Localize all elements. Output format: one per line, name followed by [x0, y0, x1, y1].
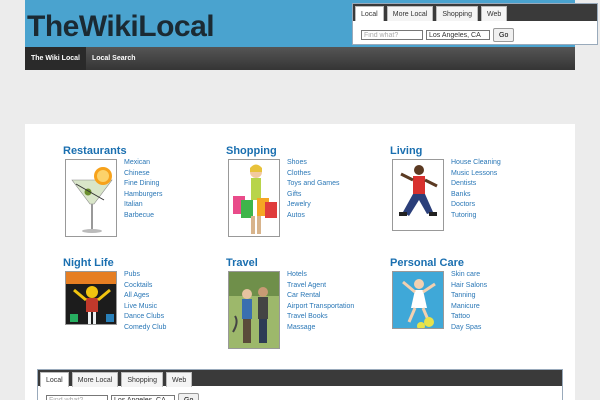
category-title[interactable]: Living: [390, 145, 422, 157]
category-link[interactable]: Dentists: [451, 179, 501, 190]
category-links: Shoes Clothes Toys and Games Gifts Jewel…: [287, 158, 340, 221]
category-links: Skin care Hair Salons Tanning Manicure T…: [451, 270, 487, 333]
find-what-input[interactable]: [361, 30, 423, 40]
main-content: Restaurants Mexican Chinese Fine Dining …: [25, 124, 575, 400]
cocktail-image[interactable]: [65, 159, 117, 237]
category-link[interactable]: Comedy Club: [124, 323, 166, 334]
category-link[interactable]: Day Spas: [451, 323, 487, 334]
category-link[interactable]: Banks: [451, 190, 501, 201]
location-input[interactable]: [426, 30, 490, 40]
category-title[interactable]: Restaurants: [63, 145, 127, 157]
category-link[interactable]: Jewelry: [287, 200, 340, 211]
category-link[interactable]: Autos: [287, 211, 340, 222]
tab-web[interactable]: Web: [165, 372, 193, 387]
category-link[interactable]: Live Music: [124, 302, 166, 313]
category-link[interactable]: Clothes: [287, 169, 340, 180]
go-button[interactable]: Go: [493, 28, 515, 42]
category-link[interactable]: Dance Clubs: [124, 312, 166, 323]
category-links: House Cleaning Music Lessons Dentists Ba…: [451, 158, 501, 221]
category-links: Hotels Travel Agent Car Rental Airport T…: [287, 270, 354, 333]
category-link[interactable]: Hamburgers: [124, 190, 163, 201]
category-title[interactable]: Night Life: [63, 257, 114, 269]
shopping-image[interactable]: [228, 159, 280, 237]
tab-more-local[interactable]: More Local: [71, 372, 119, 387]
category-link[interactable]: Massage: [287, 323, 354, 334]
personal-care-image[interactable]: [392, 271, 444, 329]
search-form: Go: [361, 28, 515, 42]
site-logo[interactable]: TheWikiLocal: [27, 10, 215, 44]
category-link[interactable]: Manicure: [451, 302, 487, 313]
dancer-image[interactable]: [392, 159, 444, 231]
tab-web[interactable]: Web: [480, 6, 508, 21]
category-link[interactable]: Shoes: [287, 158, 340, 169]
nav-local-search[interactable]: Local Search: [86, 47, 142, 70]
category-link[interactable]: Chinese: [124, 169, 163, 180]
category-link[interactable]: All Ages: [124, 291, 166, 302]
category-link[interactable]: Tattoo: [451, 312, 487, 323]
category-link[interactable]: Fine Dining: [124, 179, 163, 190]
category-title[interactable]: Personal Care: [390, 257, 464, 269]
category-link[interactable]: Italian: [124, 200, 163, 211]
main-nav: The Wiki Local Local Search: [25, 47, 575, 70]
category-link[interactable]: Gifts: [287, 190, 340, 201]
category-title[interactable]: Shopping: [226, 145, 277, 157]
nav-the-wiki-local[interactable]: The Wiki Local: [25, 47, 86, 70]
search-form: Go: [46, 393, 200, 400]
find-what-input[interactable]: [46, 395, 108, 400]
go-button[interactable]: Go: [178, 393, 200, 400]
tab-shopping[interactable]: Shopping: [121, 372, 163, 387]
location-input[interactable]: [111, 395, 175, 400]
category-link[interactable]: Barbecue: [124, 211, 163, 222]
site-header: TheWikiLocal Local More Local Shopping W…: [25, 0, 598, 47]
category-link[interactable]: Pubs: [124, 270, 166, 281]
category-link[interactable]: Travel Agent: [287, 281, 354, 292]
tab-more-local[interactable]: More Local: [386, 6, 434, 21]
category-link[interactable]: Airport Transportation: [287, 302, 354, 313]
category-link[interactable]: Skin care: [451, 270, 487, 281]
category-links: Pubs Cocktails All Ages Live Music Dance…: [124, 270, 166, 333]
category-title[interactable]: Travel: [226, 257, 258, 269]
category-link[interactable]: House Cleaning: [451, 158, 501, 169]
category-link[interactable]: Tutoring: [451, 211, 501, 222]
category-link[interactable]: Toys and Games: [287, 179, 340, 190]
category-link[interactable]: Travel Books: [287, 312, 354, 323]
category-link[interactable]: Car Rental: [287, 291, 354, 302]
category-link[interactable]: Mexican: [124, 158, 163, 169]
category-links: Mexican Chinese Fine Dining Hamburgers I…: [124, 158, 163, 221]
search-widget: Local More Local Shopping Web Go: [352, 3, 598, 45]
category-link[interactable]: Hotels: [287, 270, 354, 281]
tab-shopping[interactable]: Shopping: [436, 6, 478, 21]
tab-local[interactable]: Local: [40, 372, 69, 387]
category-link[interactable]: Hair Salons: [451, 281, 487, 292]
nightlife-image[interactable]: [65, 271, 117, 325]
bottom-search-widget: Local More Local Shopping Web Go: [37, 369, 563, 400]
category-link[interactable]: Tanning: [451, 291, 487, 302]
search-tabs: Local More Local Shopping Web: [353, 4, 597, 21]
tab-local[interactable]: Local: [355, 6, 384, 21]
search-tabs: Local More Local Shopping Web: [38, 370, 562, 387]
category-link[interactable]: Music Lessons: [451, 169, 501, 180]
category-link[interactable]: Cocktails: [124, 281, 166, 292]
travel-image[interactable]: [228, 271, 280, 349]
category-link[interactable]: Doctors: [451, 200, 501, 211]
